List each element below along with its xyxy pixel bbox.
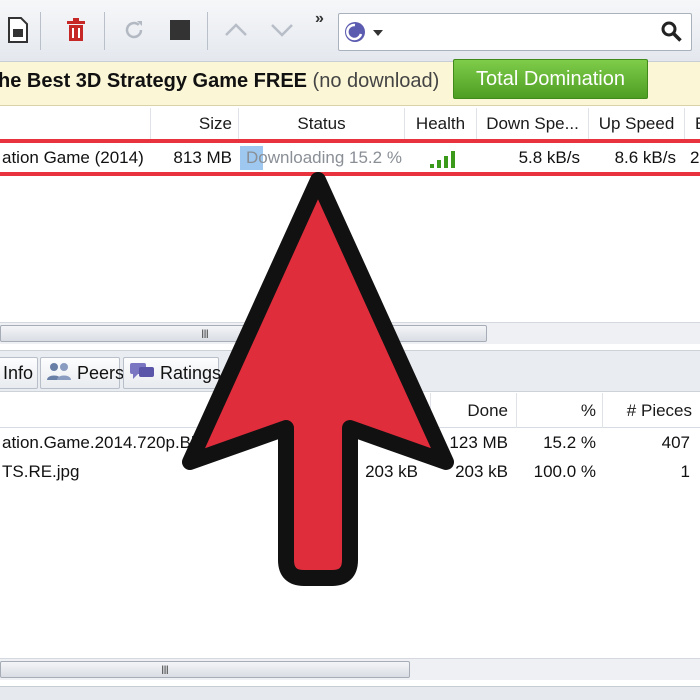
tab-peers[interactable]: Peers [40, 357, 124, 389]
search-input[interactable] [391, 18, 651, 46]
ad-headline: he Best 3D Strategy Game FREE [0, 70, 307, 92]
tab-info[interactable]: Info [0, 357, 38, 389]
column-header-health[interactable]: Health [404, 108, 476, 140]
tab-peers-label: Peers [77, 362, 125, 383]
file-button[interactable] [2, 12, 34, 52]
file-name: ation.Game.2014.720p.Blu [2, 433, 205, 452]
column-header-done[interactable]: Done [430, 393, 516, 428]
chevron-up-icon [224, 22, 248, 43]
files-list-scrollbar[interactable]: III [0, 658, 700, 680]
delete-icon [65, 17, 87, 47]
search-engine-icon[interactable] [343, 20, 387, 49]
stop-button[interactable] [164, 12, 196, 52]
total-domination-button[interactable]: Total Domination [453, 59, 648, 99]
torrent-list-scrollbar[interactable]: III [0, 322, 700, 344]
refresh-icon [122, 18, 146, 47]
torrent-size: 813 MB [173, 148, 232, 167]
health-bars-icon [428, 143, 468, 173]
toolbar-overflow-icon[interactable]: » [315, 10, 324, 28]
torrent-status: Downloading 15.2 % [246, 148, 402, 167]
torrent-name: ation Game (2014) [2, 148, 144, 167]
column-header-down-speed[interactable]: Down Spe... [476, 108, 588, 140]
tab-info-label: Info [3, 362, 34, 383]
scrollbar-thumb[interactable]: III [0, 325, 487, 342]
column-header-file-name[interactable] [0, 393, 430, 428]
file-row[interactable]: TS.RE.jpg 203 kB 203 kB 100.0 % 1 [0, 457, 700, 487]
torrent-up-speed: 8.6 kB/s [614, 148, 676, 167]
scrollbar-grip: III [201, 327, 209, 341]
toolbar-separator [104, 12, 105, 50]
move-down-button[interactable] [266, 12, 298, 52]
column-header-pieces[interactable]: # Pieces [602, 393, 700, 428]
delete-button[interactable] [60, 12, 92, 52]
tab-ratings-label: Ratings [160, 362, 222, 383]
file-done: 123 MB [449, 433, 508, 452]
file-percent: 15.2 % [543, 433, 596, 452]
file-row[interactable]: ation.Game.2014.720p.Blu 123 MB 15.2 % 4… [0, 428, 700, 458]
ad-subtext: (no download) [307, 70, 440, 92]
torrent-row[interactable]: ation Game (2014) 813 MB Downloading 15.… [0, 143, 700, 173]
column-header-percent[interactable]: % [516, 393, 602, 428]
file-icon [7, 16, 29, 48]
files-list-header: Done % # Pieces [0, 393, 700, 428]
detail-tabs: Info Peers Ratings [0, 350, 700, 392]
move-up-button[interactable] [220, 12, 252, 52]
chevron-down-icon [270, 22, 294, 43]
scrollbar-grip: III [161, 663, 169, 677]
refresh-button[interactable] [118, 12, 150, 52]
tab-ratings[interactable]: Ratings [123, 357, 222, 389]
toolbar: » [0, 0, 700, 62]
toolbar-separator [207, 12, 208, 50]
search-box [338, 13, 692, 51]
toolbar-separator [40, 12, 41, 50]
file-size: 203 kB [365, 462, 418, 481]
search-icon[interactable] [661, 21, 683, 48]
column-header-size[interactable]: Size [150, 108, 238, 140]
torrent-eta: 2 [690, 148, 700, 167]
file-pieces: 407 [661, 433, 690, 452]
column-header-name[interactable] [0, 108, 150, 140]
status-bar [0, 686, 700, 700]
stop-icon [169, 19, 191, 46]
file-done: 203 kB [455, 462, 508, 481]
column-header-status[interactable]: Status [238, 108, 404, 140]
highlight-line-bottom [0, 172, 700, 176]
column-header-up-speed[interactable]: Up Speed [588, 108, 684, 140]
peers-icon [47, 362, 71, 385]
file-name: TS.RE.jpg [2, 462, 80, 481]
column-header-eta[interactable]: E [684, 108, 700, 140]
file-pieces: 1 [680, 462, 690, 481]
scrollbar-thumb[interactable]: III [0, 661, 410, 678]
file-percent: 100.0 % [533, 462, 596, 481]
torrent-down-speed: 5.8 kB/s [518, 148, 580, 167]
ad-text[interactable]: he Best 3D Strategy Game FREE (no downlo… [0, 70, 439, 93]
ratings-icon [130, 362, 154, 385]
torrent-list-header: Size Status Health Down Spe... Up Speed … [0, 108, 700, 140]
